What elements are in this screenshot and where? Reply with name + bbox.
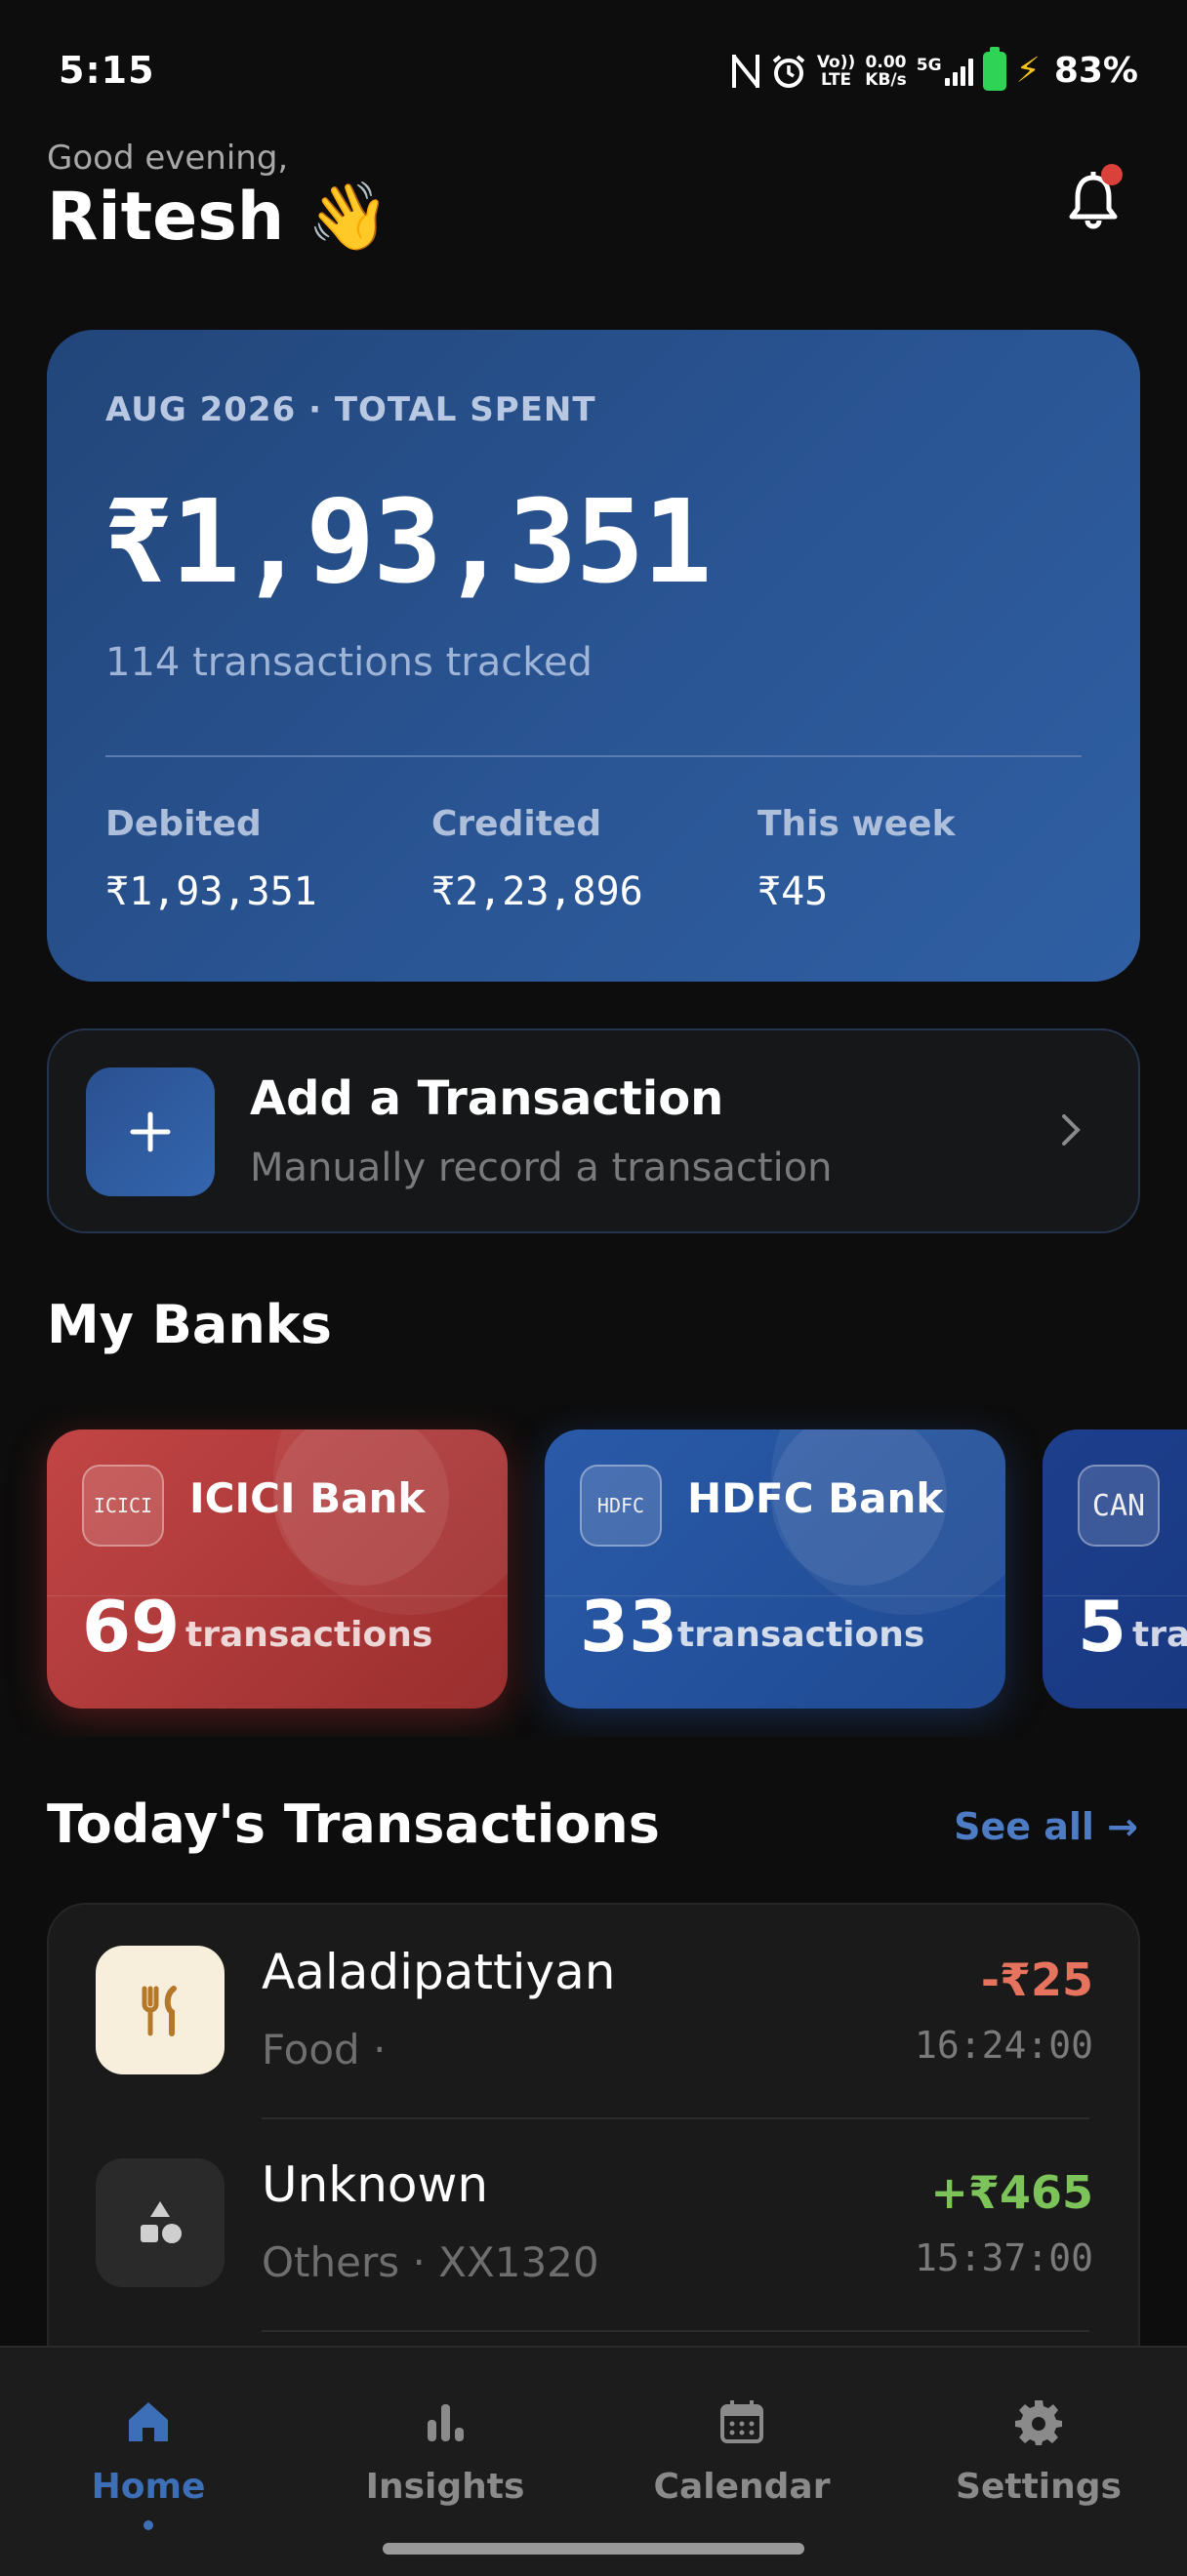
- credited-stat: Credited ₹2,23,896: [431, 804, 643, 914]
- greeting-text: Good evening,: [47, 139, 289, 178]
- bank-transaction-count: 69: [82, 1586, 181, 1668]
- speed-unit: KB/s: [865, 69, 907, 90]
- home-indicator-bar[interactable]: [383, 2543, 804, 2555]
- nav-label: Insights: [365, 2467, 525, 2507]
- merchant-name: Aaladipattiyan: [262, 1944, 616, 2000]
- total-spent-amount: ₹1,93,351: [103, 474, 712, 609]
- transactions-tracked-text: 114 transactions tracked: [105, 640, 593, 685]
- credited-label: Credited: [431, 804, 602, 844]
- bank-name: HDFC Bank: [687, 1474, 944, 1522]
- summary-divider: [105, 755, 1082, 757]
- battery-icon: [982, 46, 1006, 91]
- canara-logo: CAN: [1078, 1465, 1160, 1547]
- signal-indicator: 5G: [917, 57, 973, 86]
- transaction-row[interactable]: Unknown Others · XX1320 +₹465 15:37:00: [49, 2117, 1142, 2330]
- speed-value: 0.00: [865, 52, 907, 72]
- this-week-stat: This week ₹45: [757, 804, 956, 914]
- notifications-button[interactable]: [1058, 164, 1128, 234]
- volte-top-text: Vo)): [816, 52, 856, 72]
- debited-label: Debited: [105, 804, 262, 844]
- monthly-summary-card[interactable]: AUG 2026 · TOTAL SPENT ₹1,93,351 114 tra…: [47, 330, 1140, 982]
- nav-label: Settings: [956, 2467, 1122, 2507]
- home-icon: [0, 2395, 297, 2449]
- nav-label: Calendar: [653, 2467, 831, 2507]
- row-divider: [262, 2330, 1089, 2332]
- alarm-icon: [770, 52, 807, 91]
- transaction-meta: Food ·: [262, 2026, 387, 2073]
- gear-icon: [890, 2395, 1187, 2449]
- add-transaction-button[interactable]: Add a Transaction Manually record a tran…: [47, 1028, 1140, 1233]
- banks-carousel[interactable]: ICICI ICICI Bank 69 transactions HDFC HD…: [0, 1405, 1187, 1737]
- bank-count-label: transactions: [185, 1615, 433, 1655]
- nav-calendar[interactable]: Calendar: [594, 2395, 890, 2507]
- bank-transaction-count: 33: [580, 1586, 678, 1668]
- shapes-icon: [96, 2158, 225, 2287]
- calendar-icon: [594, 2395, 890, 2449]
- icici-logo: ICICI: [82, 1465, 164, 1547]
- chevron-right-icon: [1060, 1108, 1084, 1158]
- this-week-value: ₹45: [757, 869, 829, 914]
- hdfc-logo: HDFC: [580, 1465, 662, 1547]
- add-transaction-subtitle: Manually record a transaction: [250, 1146, 833, 1190]
- status-time: 5:15: [59, 49, 155, 92]
- status-bar: 5:15 Vo)) LTE 0.00 KB/s 5G ⚡ 83%: [0, 0, 1187, 137]
- credited-value: ₹2,23,896: [431, 869, 643, 914]
- network-speed: 0.00 KB/s: [865, 54, 906, 89]
- user-name: Ritesh 👋: [47, 179, 390, 256]
- nav-label: Home: [91, 2467, 206, 2507]
- my-banks-title: My Banks: [47, 1294, 332, 1355]
- nav-home[interactable]: Home: [0, 2395, 297, 2530]
- todays-transactions-title: Today's Transactions: [47, 1793, 660, 1855]
- nav-settings[interactable]: Settings: [890, 2395, 1187, 2507]
- bank-transaction-count: 5: [1078, 1586, 1127, 1668]
- nfc-icon: [731, 52, 760, 91]
- see-all-link[interactable]: See all →: [954, 1805, 1138, 1848]
- bottom-navigation: Home Insights Calendar Settings: [0, 2346, 1187, 2576]
- bank-count-label: transactions: [1132, 1615, 1187, 1655]
- network-type: 5G: [916, 55, 942, 75]
- bank-card-canara[interactable]: CAN C 5 transactions: [1043, 1429, 1187, 1709]
- summary-period-label: AUG 2026 · TOTAL SPENT: [105, 390, 596, 429]
- status-icons: Vo)) LTE 0.00 KB/s 5G ⚡ 83%: [731, 46, 1138, 91]
- volte-indicator: Vo)) LTE: [817, 54, 855, 89]
- fork-knife-icon: [96, 1946, 225, 2074]
- debited-value: ₹1,93,351: [105, 869, 317, 914]
- bank-card-hdfc[interactable]: HDFC HDFC Bank 33 transactions: [545, 1429, 1005, 1709]
- merchant-name: Unknown: [262, 2156, 489, 2213]
- add-transaction-title: Add a Transaction: [250, 1071, 724, 1126]
- transaction-amount: +₹465: [930, 2166, 1093, 2219]
- volte-bottom-text: LTE: [820, 69, 852, 90]
- transaction-row[interactable]: Aaladipattiyan Food · -₹25 16:24:00: [49, 1905, 1142, 2117]
- active-indicator: [143, 2520, 153, 2530]
- bank-count-label: transactions: [677, 1615, 925, 1655]
- this-week-label: This week: [757, 804, 956, 844]
- nav-insights[interactable]: Insights: [297, 2395, 594, 2507]
- bank-card-icici[interactable]: ICICI ICICI Bank 69 transactions: [47, 1429, 508, 1709]
- bar-chart-icon: [297, 2395, 594, 2449]
- charging-bolt-icon: ⚡: [1015, 51, 1041, 91]
- battery-percent: 83%: [1053, 51, 1138, 91]
- transaction-meta: Others · XX1320: [262, 2238, 599, 2286]
- bank-name: ICICI Bank: [189, 1474, 426, 1522]
- app-screen: 5:15 Vo)) LTE 0.00 KB/s 5G ⚡ 83% Good ev…: [0, 0, 1187, 2576]
- debited-stat: Debited ₹1,93,351: [105, 804, 317, 914]
- notification-dot: [1101, 164, 1123, 185]
- transaction-amount: -₹25: [980, 1953, 1093, 2006]
- transaction-time: 15:37:00: [914, 2236, 1093, 2279]
- plus-icon: [86, 1067, 215, 1196]
- signal-bars-icon: [944, 57, 973, 86]
- transaction-time: 16:24:00: [914, 2024, 1093, 2067]
